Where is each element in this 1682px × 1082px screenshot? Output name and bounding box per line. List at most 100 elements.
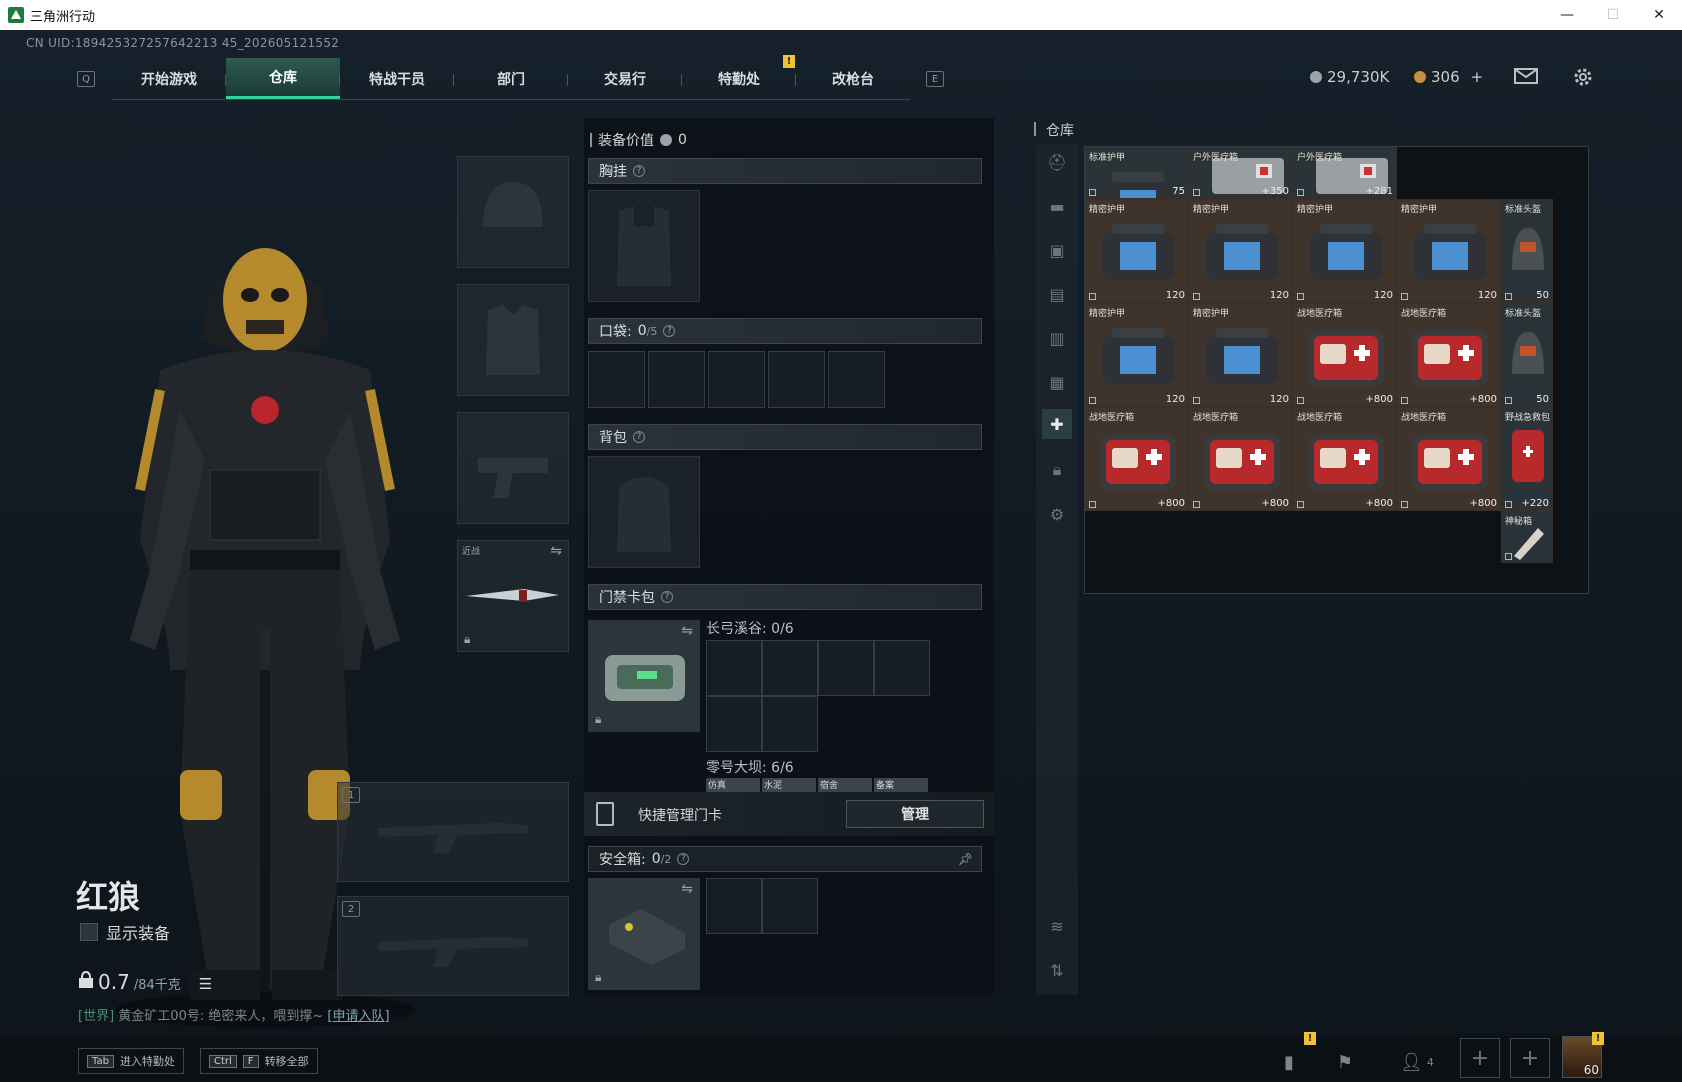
enter-special-ops-hint[interactable]: Tab 进入特勤处 xyxy=(78,1048,184,1074)
medical-category-tab[interactable]: ✚ xyxy=(1042,409,1072,439)
warehouse-item[interactable]: 精密护甲 120 xyxy=(1293,199,1397,303)
settings-gear-icon[interactable] xyxy=(1572,66,1594,88)
safebox-slot[interactable]: ⇋ 🔒︎ xyxy=(588,878,700,990)
help-icon[interactable]: ? xyxy=(661,591,673,603)
attachment-category-tab[interactable]: ▣ xyxy=(1042,235,1072,265)
warehouse-item[interactable]: 标准头盔 50 xyxy=(1501,199,1553,303)
keycard-case-slot[interactable]: ⇋ 🔒︎ xyxy=(588,620,700,732)
warehouse-item[interactable]: 精密护甲 120 xyxy=(1085,303,1189,407)
armor-category-tab[interactable]: ▥ xyxy=(1042,323,1072,353)
warehouse-item[interactable]: 神秘箱 xyxy=(1501,511,1553,563)
close-button[interactable]: ✕ xyxy=(1636,0,1682,30)
ammo-category-tab[interactable]: ▤ xyxy=(1042,279,1072,309)
key-category-tab[interactable]: 🔒︎ xyxy=(1042,455,1072,485)
nav-tab[interactable]: 改枪台 xyxy=(796,58,910,99)
flag-icon[interactable]: ⚑ xyxy=(1330,1050,1360,1074)
item-mark-icon xyxy=(1401,293,1408,300)
stats-chart-icon[interactable]: ▮ xyxy=(1274,1050,1304,1074)
add-gold-button[interactable]: + xyxy=(1471,68,1484,86)
warehouse-item[interactable]: 户外医疗箱 +281 xyxy=(1293,147,1397,199)
misc-category-tab[interactable]: ⚙ xyxy=(1042,499,1072,529)
maximize-button[interactable]: ☐ xyxy=(1590,0,1636,30)
invite-slot-button[interactable]: + xyxy=(1460,1038,1500,1078)
nav-tab[interactable]: 特战干员 xyxy=(340,58,454,99)
warehouse-item[interactable]: 户外医疗箱 +350 xyxy=(1189,147,1293,199)
backpack-slot[interactable] xyxy=(588,456,700,568)
list-icon[interactable]: ☰ xyxy=(199,975,212,993)
help-icon[interactable]: ? xyxy=(633,431,645,443)
pin-icon[interactable]: 📌︎ xyxy=(958,852,973,866)
pocket-slot[interactable] xyxy=(648,351,705,408)
keycard-chip[interactable]: 备案 xyxy=(874,778,928,792)
nav-tab[interactable]: 仓库 xyxy=(226,58,340,99)
primary-weapon-slot-2[interactable]: 2 xyxy=(337,896,569,996)
warehouse-item[interactable]: 战地医疗箱 +800 xyxy=(1293,407,1397,511)
nav-prev-key[interactable]: Q xyxy=(77,71,95,87)
nav-next-key[interactable]: E xyxy=(926,71,944,87)
mail-icon[interactable] xyxy=(1514,68,1538,84)
weapon-category-tab[interactable]: ▬ xyxy=(1042,191,1072,221)
pocket-slot[interactable] xyxy=(828,351,885,408)
keycard-slot[interactable] xyxy=(818,640,874,696)
keycard-slot[interactable] xyxy=(762,696,818,752)
keycard-chip[interactable]: 仿真 xyxy=(706,778,760,792)
weapon-slot-number: 2 xyxy=(342,901,360,917)
nav-tab[interactable]: 特勤处 xyxy=(682,58,796,99)
warehouse-item[interactable]: 标准头盔 50 xyxy=(1501,303,1553,407)
pocket-slot[interactable] xyxy=(768,351,825,408)
helmet-category-tab[interactable]: ⛑ xyxy=(1042,147,1072,177)
transfer-all-hint[interactable]: Ctrl F 转移全部 xyxy=(200,1048,318,1074)
keycard-slot[interactable] xyxy=(874,640,930,696)
first-aid-kit-icon xyxy=(1412,434,1488,490)
warehouse-item[interactable]: 精密护甲 120 xyxy=(1189,303,1293,407)
armor-slot[interactable] xyxy=(457,284,569,396)
warehouse-item[interactable]: 野战急救包 +220 xyxy=(1501,407,1553,511)
warehouse-item[interactable]: 精密护甲 120 xyxy=(1085,199,1189,303)
pocket-slot[interactable] xyxy=(708,351,765,408)
warehouse-item[interactable]: 精密护甲 120 xyxy=(1397,199,1501,303)
swap-icon[interactable]: ⇋ xyxy=(550,543,562,559)
keycard-slot[interactable] xyxy=(706,640,762,696)
layers-icon[interactable]: ≋ xyxy=(1042,911,1072,941)
world-chat-line[interactable]: [世界] 黄金矿工00号: 绝密来人，喂到撑~ [申请入队] xyxy=(78,1005,390,1024)
show-equipment-toggle[interactable]: 显示装备 xyxy=(80,920,170,944)
friends-button[interactable]: 👤︎ 4 xyxy=(1392,1050,1442,1074)
warehouse-item[interactable]: 战地医疗箱 +800 xyxy=(1397,303,1501,407)
warehouse-item[interactable]: 战地医疗箱 +800 xyxy=(1397,407,1501,511)
keycard-chip[interactable]: 水泥 xyxy=(762,778,816,792)
manage-keycard-button[interactable]: 管理 xyxy=(846,800,984,828)
item-name: 精密护甲 xyxy=(1401,205,1438,215)
warehouse-item[interactable]: 战地医疗箱 +800 xyxy=(1189,407,1293,511)
warehouse-item[interactable]: 精密护甲 120 xyxy=(1189,199,1293,303)
keycard-slot[interactable] xyxy=(762,640,818,696)
primary-weapon-slot-1[interactable]: 1 xyxy=(337,782,569,882)
swap-icon[interactable]: ⇋ xyxy=(681,623,693,639)
nav-tab[interactable]: 开始游戏 xyxy=(112,58,226,99)
help-icon[interactable]: ? xyxy=(677,853,690,865)
safebox-cell[interactable] xyxy=(706,878,762,934)
sort-icon[interactable]: ⇅ xyxy=(1042,955,1072,985)
safebox-cell[interactable] xyxy=(762,878,818,934)
show-equipment-checkbox[interactable] xyxy=(80,923,98,941)
invite-slot-button[interactable]: + xyxy=(1510,1038,1550,1078)
pocket-slot[interactable] xyxy=(588,351,645,408)
swap-icon[interactable]: ⇋ xyxy=(681,881,693,897)
item-value: +220 xyxy=(1521,498,1549,509)
warehouse-item[interactable]: 战地医疗箱 +800 xyxy=(1085,407,1189,511)
item-mark-icon xyxy=(1297,189,1304,196)
nav-tab[interactable]: 交易行 xyxy=(568,58,682,99)
helmet-slot[interactable] xyxy=(457,156,569,268)
warehouse-item[interactable]: 标准护甲 75 xyxy=(1085,147,1189,199)
warehouse-item[interactable]: 战地医疗箱 +800 xyxy=(1293,303,1397,407)
chest-rig-slot[interactable] xyxy=(588,190,700,302)
minimize-button[interactable]: — xyxy=(1544,0,1590,30)
keycard-slot[interactable] xyxy=(706,696,762,752)
help-icon[interactable]: ? xyxy=(633,165,645,177)
help-icon[interactable]: ? xyxy=(663,325,676,337)
chat-join-link[interactable]: [申请入队] xyxy=(327,1009,389,1024)
pistol-slot[interactable] xyxy=(457,412,569,524)
keycard-chip[interactable]: 宿舍 xyxy=(818,778,872,792)
bag-category-tab[interactable]: ▦ xyxy=(1042,367,1072,397)
melee-slot[interactable]: 近战 ⇋ 🔒︎ xyxy=(457,540,569,652)
nav-tab[interactable]: 部门 xyxy=(454,58,568,99)
